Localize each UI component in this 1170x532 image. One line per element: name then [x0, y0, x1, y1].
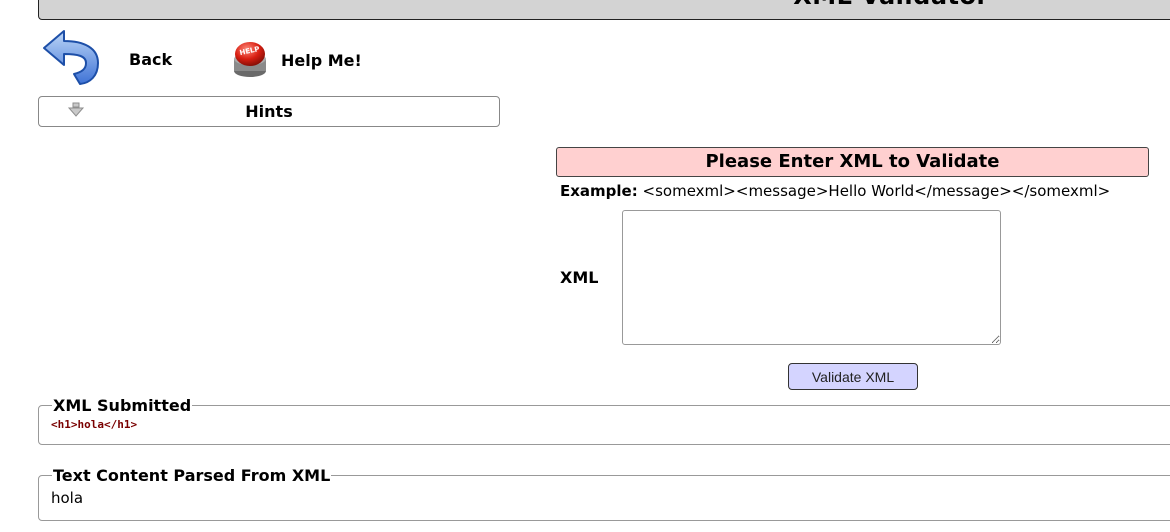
page-title: XML Validator: [39, 0, 1170, 10]
xml-submitted-legend: XML Submitted: [53, 396, 192, 415]
example-label: Example:: [560, 182, 638, 200]
example-row: Example: <somexml><message>Hello World</…: [560, 182, 1110, 200]
xml-submitted-panel: XML Submitted <h1>hola</h1>: [38, 396, 1170, 445]
back-label[interactable]: Back: [129, 50, 172, 69]
example-text: <somexml><message>Hello World</message><…: [642, 182, 1111, 200]
help-me-label[interactable]: Help Me!: [281, 51, 362, 70]
page-header: XML Validator: [38, 0, 1170, 20]
hints-label: Hints: [245, 102, 293, 121]
parsed-text-legend: Text Content Parsed From XML: [53, 466, 331, 485]
form-header: Please Enter XML to Validate: [556, 147, 1149, 177]
parsed-text-panel: Text Content Parsed From XML hola: [38, 466, 1170, 521]
xml-label: XML: [560, 268, 599, 287]
parsed-text-value: hola: [51, 489, 84, 507]
help-button-icon[interactable]: HELP: [229, 37, 271, 83]
validate-xml-button[interactable]: Validate XML: [788, 363, 918, 390]
help-me-link[interactable]: HELP Help Me!: [229, 37, 362, 83]
xml-submitted-value: <h1>hola</h1>: [51, 418, 138, 431]
back-arrow-icon[interactable]: [40, 28, 100, 90]
back-link[interactable]: Back: [40, 28, 172, 90]
hints-toggle[interactable]: Hints: [38, 96, 500, 127]
xml-input[interactable]: [622, 210, 1001, 345]
